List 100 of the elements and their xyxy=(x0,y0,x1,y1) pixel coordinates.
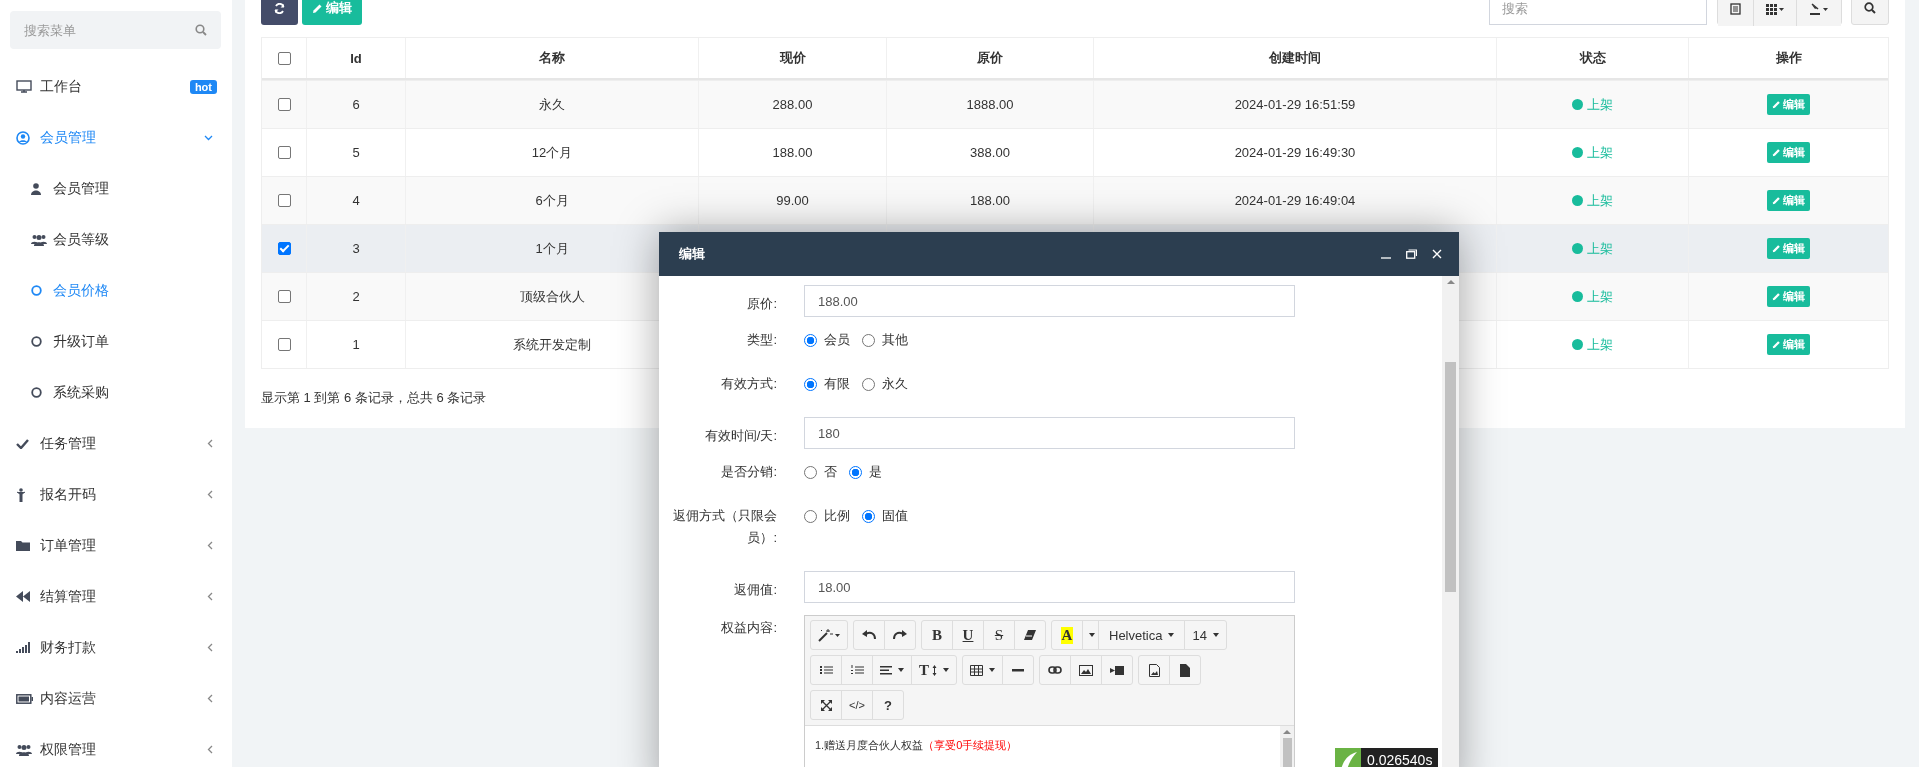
chevron-left-icon xyxy=(207,643,213,652)
radio-button[interactable] xyxy=(849,465,862,479)
document-button[interactable] xyxy=(1169,655,1201,685)
field-label: 是否分销: xyxy=(720,463,777,481)
table-cell: 系统开发定制 xyxy=(513,335,591,354)
battery-icon xyxy=(16,693,33,704)
chevron-down-icon xyxy=(204,134,213,141)
radio-button[interactable] xyxy=(862,377,875,391)
search-icon xyxy=(1864,2,1876,14)
table-cell: 4 xyxy=(352,193,360,208)
eraser-button[interactable] xyxy=(1014,620,1046,650)
input-field[interactable]: 18.00 xyxy=(804,571,1295,603)
user-circle-icon xyxy=(16,130,30,145)
radio-button[interactable] xyxy=(804,333,817,347)
underline-button[interactable]: U xyxy=(952,620,984,650)
submenu-item[interactable]: 会员价格 xyxy=(0,265,232,316)
refresh-icon xyxy=(274,2,285,14)
submenu-item[interactable]: 会员等级 xyxy=(0,214,232,265)
radio-label: 永久 xyxy=(882,375,908,393)
search-field[interactable]: 搜索菜单 xyxy=(24,11,195,49)
list-view-button[interactable] xyxy=(1718,0,1754,26)
redo-button[interactable] xyxy=(884,620,916,650)
link-button[interactable] xyxy=(1039,655,1071,685)
image-file-button[interactable] xyxy=(1138,655,1170,685)
row-checkbox[interactable] xyxy=(277,146,291,159)
signal-bars-icon xyxy=(16,642,30,653)
row-checkbox[interactable] xyxy=(277,338,291,351)
maximize-icon[interactable] xyxy=(1406,249,1417,259)
row-checkbox[interactable] xyxy=(277,242,291,255)
status-text: 上架 xyxy=(1587,143,1613,162)
menu-item[interactable]: 会员管理 xyxy=(0,112,232,163)
status-dot xyxy=(1572,243,1583,254)
monitor-icon xyxy=(16,80,32,93)
radio-label: 其他 xyxy=(882,331,908,349)
close-icon[interactable] xyxy=(1432,249,1442,259)
bullet-list-button[interactable] xyxy=(810,655,842,685)
table-dropdown[interactable] xyxy=(962,655,1003,685)
radio-button[interactable] xyxy=(804,465,817,479)
status-dot xyxy=(1572,339,1583,350)
picture-button[interactable] xyxy=(1070,655,1102,685)
menu-item[interactable]: 任务管理 xyxy=(0,418,232,469)
align-dropdown[interactable] xyxy=(872,655,912,685)
export-button[interactable] xyxy=(1797,0,1841,26)
row-checkbox[interactable] xyxy=(277,290,291,303)
columns-button[interactable] xyxy=(1754,0,1797,26)
line-height-dropdown[interactable]: T xyxy=(911,655,957,685)
table-cell: 2024-01-29 16:49:30 xyxy=(1234,145,1356,160)
column-header: 名称 xyxy=(405,38,698,78)
field-label: 原价: xyxy=(746,295,777,313)
dialog-title: 编辑 xyxy=(679,245,705,263)
font-family-dropdown[interactable]: Helvetica xyxy=(1098,620,1186,650)
submenu-item[interactable]: 升级订单 xyxy=(0,316,232,367)
submenu-item[interactable]: 会员管理 xyxy=(0,163,232,214)
search-field[interactable]: 搜索 xyxy=(1489,0,1707,25)
menu-label: 权限管理 xyxy=(40,740,97,759)
menu-item[interactable]: 内容运营 xyxy=(0,673,232,724)
row-checkbox[interactable] xyxy=(277,194,291,207)
input-field[interactable]: 188.00 xyxy=(804,285,1295,317)
status-text: 上架 xyxy=(1587,191,1613,210)
picture-icon xyxy=(1079,664,1093,676)
circle-icon xyxy=(31,285,42,296)
refresh-button[interactable] xyxy=(261,0,298,25)
pencil-icon xyxy=(1772,292,1781,301)
row-checkbox[interactable] xyxy=(277,98,291,111)
menu-label: 任务管理 xyxy=(40,434,97,453)
search-box[interactable]: 搜索菜单 xyxy=(10,11,221,49)
bold-button[interactable]: B xyxy=(921,620,953,650)
image-file-icon xyxy=(1148,663,1160,677)
help-button[interactable]: ? xyxy=(872,690,904,720)
submenu-label: 会员价格 xyxy=(53,281,110,300)
submenu-item[interactable]: 系统采购 xyxy=(0,367,232,418)
undo-button[interactable] xyxy=(853,620,885,650)
menu-item[interactable]: 工作台 hot xyxy=(0,61,232,112)
radio-button[interactable] xyxy=(804,509,817,523)
horizontal-rule-button[interactable] xyxy=(1002,655,1034,685)
strikethrough-button[interactable]: S xyxy=(983,620,1015,650)
radio-label: 固值 xyxy=(882,507,908,525)
code-view-button[interactable]: </> xyxy=(841,690,873,720)
fullscreen-button[interactable] xyxy=(810,690,842,720)
video-button[interactable] xyxy=(1101,655,1133,685)
highlight-color-button[interactable]: A xyxy=(1051,620,1083,650)
table-cell: 12个月 xyxy=(531,143,573,162)
radio-button[interactable] xyxy=(862,333,875,347)
menu-item[interactable]: 结算管理 xyxy=(0,571,232,622)
menu-label: 会员管理 xyxy=(40,128,97,147)
search-button[interactable] xyxy=(1851,0,1889,25)
table-cell: 永久 xyxy=(539,95,565,114)
radio-button[interactable] xyxy=(862,509,875,523)
menu-item[interactable]: 报名开码 xyxy=(0,469,232,520)
pencil-icon xyxy=(1772,100,1781,109)
menu-item[interactable]: 订单管理 xyxy=(0,520,232,571)
menu-item[interactable]: 财务打款 xyxy=(0,622,232,673)
font-size-dropdown[interactable]: 14 xyxy=(1184,620,1227,650)
submenu-label: 会员等级 xyxy=(53,230,110,249)
status-text: 上架 xyxy=(1587,95,1613,114)
radio-button[interactable] xyxy=(804,377,817,391)
menu-item[interactable]: 权限管理 xyxy=(0,724,232,767)
magic-wand-button[interactable] xyxy=(810,620,848,650)
select-all-checkbox[interactable] xyxy=(277,51,291,65)
input-field[interactable]: 180 xyxy=(804,417,1295,449)
